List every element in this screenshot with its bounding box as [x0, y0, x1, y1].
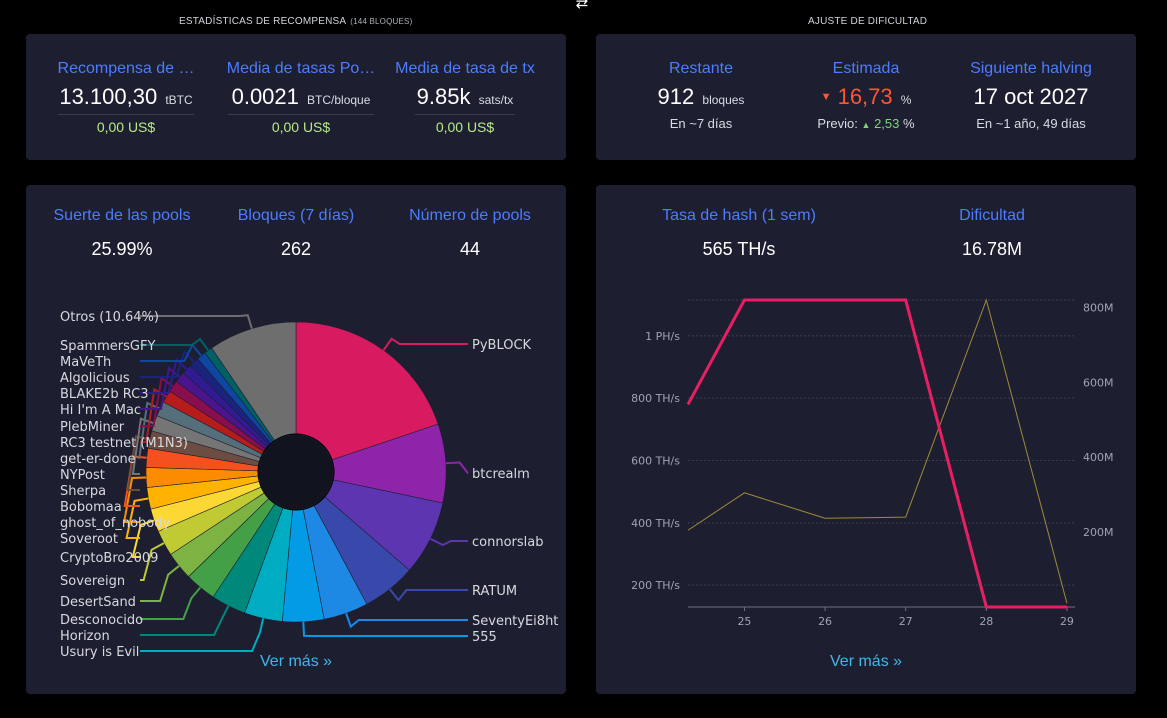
y-right-tick-label: 600M	[1083, 376, 1114, 389]
y-right-tick-label: 400M	[1083, 451, 1114, 464]
x-tick-label: 29	[1060, 615, 1074, 628]
y-left-tick-label: 200 TH/s	[631, 579, 680, 592]
hashrate-series-line	[686, 298, 1067, 609]
x-tick-label: 25	[737, 615, 751, 628]
x-tick-label: 26	[818, 615, 832, 628]
y-left-tick-label: 600 TH/s	[631, 455, 680, 468]
y-left-tick-label: 400 TH/s	[631, 517, 680, 530]
hashrate-line-chart: 200 TH/s 400 TH/s 600 TH/s 800 TH/s 1 PH/s 20…	[631, 298, 1114, 628]
hashrate-see-more-link[interactable]: Ver más »	[830, 653, 902, 671]
y-left-tick-label: 800 TH/s	[631, 392, 680, 405]
y-right-tick-label: 800M	[1083, 301, 1114, 314]
difficulty-series-line	[687, 298, 1068, 604]
y-left-tick-label: 1 PH/s	[645, 330, 680, 343]
y-right-tick-label: 200M	[1083, 526, 1114, 539]
x-tick-label: 27	[899, 615, 913, 628]
x-tick-label: 28	[979, 615, 993, 628]
